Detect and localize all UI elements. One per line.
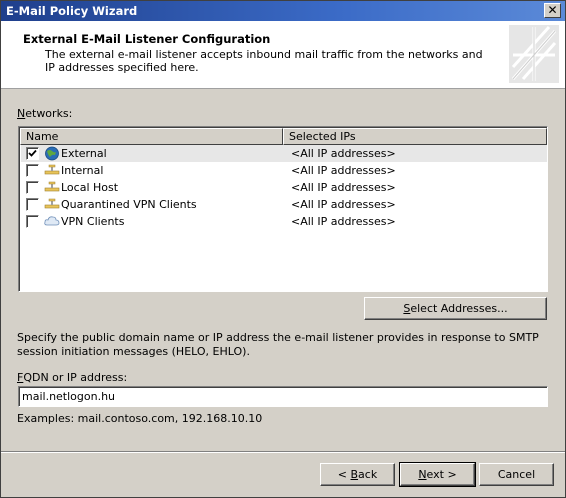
- page-description: The external e-mail listener accepts inb…: [45, 48, 483, 74]
- cancel-button[interactable]: Cancel: [479, 463, 554, 486]
- external-checkbox[interactable]: [26, 147, 39, 160]
- fqdn-examples: Examples: mail.contoso.com, 192.168.10.1…: [17, 412, 263, 425]
- window-title: E-Mail Policy Wizard: [6, 4, 138, 18]
- column-header-name[interactable]: Name: [20, 128, 283, 145]
- row-name: Quarantined VPN Clients: [61, 198, 197, 211]
- row-ips: <All IP addresses>: [291, 164, 396, 177]
- footer-separator: [1, 451, 565, 453]
- network-icon: [44, 164, 60, 175]
- select-addresses-button[interactable]: Select Addresses...: [364, 297, 547, 320]
- row-ips: <All IP addresses>: [291, 147, 396, 160]
- list-header: Name Selected IPs: [20, 128, 547, 145]
- networks-list[interactable]: Name Selected IPs External <All IP addre…: [18, 126, 548, 292]
- network-row-internal[interactable]: Internal <All IP addresses>: [21, 162, 547, 179]
- networks-label: Networks:: [17, 107, 73, 120]
- row-ips: <All IP addresses>: [291, 181, 396, 194]
- network-icon: [44, 198, 60, 209]
- back-button[interactable]: < Back: [320, 463, 395, 486]
- cloud-icon: [44, 216, 60, 226]
- network-row-external[interactable]: External <All IP addresses>: [21, 145, 547, 162]
- wizard-window: E-Mail Policy Wizard ✕ External E-Mail L…: [0, 0, 566, 498]
- page-title: External E-Mail Listener Configuration: [23, 32, 271, 46]
- network-row-local-host[interactable]: Local Host <All IP addresses>: [21, 179, 547, 196]
- wizard-banner-icon: [509, 25, 559, 83]
- vpn-clients-checkbox[interactable]: [26, 215, 39, 228]
- network-icon: [44, 181, 60, 192]
- globe-icon: [45, 146, 59, 161]
- smtp-description: Specify the public domain name or IP add…: [17, 331, 539, 358]
- wizard-header: External E-Mail Listener Configuration T…: [1, 21, 565, 89]
- row-name: VPN Clients: [61, 215, 125, 228]
- network-row-quarantined-vpn-clients[interactable]: Quarantined VPN Clients <All IP addresse…: [21, 196, 547, 213]
- next-button[interactable]: Next >: [399, 462, 476, 487]
- row-name: Local Host: [61, 181, 119, 194]
- internal-checkbox[interactable]: [26, 164, 39, 177]
- checkmark-icon: [28, 149, 37, 157]
- fqdn-label: FQDN or IP address:: [17, 371, 128, 384]
- row-name: External: [61, 147, 107, 160]
- title-bar: E-Mail Policy Wizard ✕: [1, 1, 565, 21]
- column-header-selected-ips[interactable]: Selected IPs: [283, 128, 547, 145]
- close-button[interactable]: ✕: [544, 3, 561, 18]
- network-row-vpn-clients[interactable]: VPN Clients <All IP addresses>: [21, 213, 547, 230]
- row-ips: <All IP addresses>: [291, 215, 396, 228]
- local-host-checkbox[interactable]: [26, 181, 39, 194]
- quarantined-vpn-clients-checkbox[interactable]: [26, 198, 39, 211]
- row-name: Internal: [61, 164, 104, 177]
- close-icon: ✕: [547, 3, 558, 17]
- fqdn-input[interactable]: mail.netlogon.hu: [18, 386, 548, 407]
- row-ips: <All IP addresses>: [291, 198, 396, 211]
